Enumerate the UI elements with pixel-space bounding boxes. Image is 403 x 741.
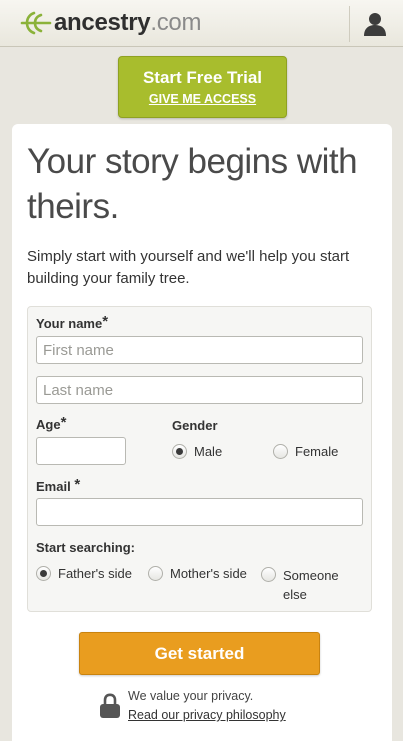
email-label: Email * <box>36 476 81 494</box>
gender-female-option[interactable]: Female <box>273 444 338 459</box>
leaf-logo-icon <box>20 11 52 35</box>
gender-female-label: Female <box>295 444 339 459</box>
gender-female-radio[interactable] <box>273 444 288 459</box>
logo-wordmark: ancestry.com <box>54 9 202 36</box>
last-name-input[interactable] <box>36 376 363 404</box>
search-father-radio[interactable] <box>36 566 51 581</box>
start-free-trial-button[interactable]: Start Free Trial GIVE ME ACCESS <box>118 56 287 118</box>
top-bar: ancestry.com <box>0 0 403 47</box>
gender-male-label: Male <box>194 444 223 459</box>
lock-icon <box>100 693 120 718</box>
your-name-label: Your name* <box>36 313 109 331</box>
search-someone-option[interactable]: Someone else <box>261 566 351 604</box>
email-input[interactable] <box>36 498 363 526</box>
page-headline: Your story begins with theirs. <box>27 142 358 226</box>
start-searching-label: Start searching: <box>36 540 135 555</box>
first-name-input[interactable] <box>36 336 363 364</box>
trial-title: Start Free Trial <box>142 68 263 87</box>
give-me-access-link[interactable]: GIVE ME ACCESS <box>119 92 286 106</box>
search-father-label: Father's side <box>58 566 133 581</box>
required-mark: * <box>102 313 109 330</box>
gender-male-option[interactable]: Male <box>172 444 222 459</box>
account-button[interactable] <box>357 8 393 40</box>
header-divider <box>349 6 350 42</box>
privacy-philosophy-link[interactable]: Read our privacy philosophy <box>128 708 286 722</box>
search-mother-label: Mother's side <box>170 566 247 581</box>
required-mark: * <box>74 476 81 493</box>
gender-label: Gender <box>172 418 218 433</box>
search-someone-label: Someone else <box>283 568 339 602</box>
intro-text: Simply start with yourself and we'll hel… <box>27 248 350 287</box>
search-mother-radio[interactable] <box>148 566 163 581</box>
age-label: Age* <box>36 414 67 432</box>
search-mother-option[interactable]: Mother's side <box>148 566 247 581</box>
required-mark: * <box>60 414 67 431</box>
search-someone-radio[interactable] <box>261 567 276 582</box>
ancestry-logo[interactable]: ancestry.com <box>18 8 201 38</box>
search-father-option[interactable]: Father's side <box>36 566 132 581</box>
age-input[interactable] <box>36 437 126 465</box>
get-started-button[interactable]: Get started <box>79 632 320 675</box>
privacy-statement: We value your privacy. <box>128 689 254 703</box>
user-silhouette-icon <box>364 13 386 36</box>
gender-male-radio[interactable] <box>172 444 187 459</box>
